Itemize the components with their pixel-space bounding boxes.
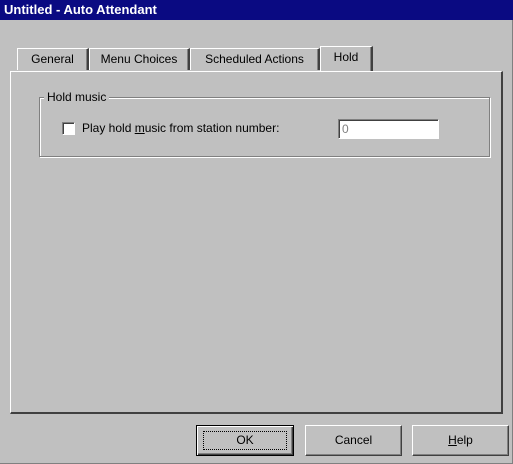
ok-focus-ring: [203, 431, 287, 450]
help-button[interactable]: Help: [412, 425, 509, 456]
tab-hold[interactable]: Hold: [320, 46, 373, 71]
ok-button[interactable]: OK: [196, 425, 294, 456]
tab-general-label: General: [31, 52, 74, 66]
help-button-label: Help: [448, 433, 473, 447]
hold-tab-panel: Hold music Play hold music from station …: [10, 71, 503, 414]
tab-scheduled-actions-label: Scheduled Actions: [205, 52, 304, 66]
tab-general[interactable]: General: [17, 48, 89, 70]
tab-hold-label: Hold: [333, 50, 359, 64]
play-hold-music-label[interactable]: Play hold music from station number:: [82, 121, 279, 135]
auto-attendant-dialog: Untitled - Auto Attendant General Menu C…: [0, 0, 513, 464]
tab-menu-choices-label: Menu Choices: [100, 52, 178, 66]
label-part-1: Play hold: [82, 121, 135, 135]
station-number-field[interactable]: 0: [338, 119, 439, 139]
tab-menu-choices[interactable]: Menu Choices: [89, 48, 190, 70]
tab-scheduled-actions[interactable]: Scheduled Actions: [190, 48, 320, 70]
cancel-button-label: Cancel: [334, 433, 373, 447]
label-part-2: usic from station number:: [144, 121, 280, 135]
hold-music-group-label: Hold music: [44, 90, 110, 104]
cancel-button[interactable]: Cancel: [305, 425, 402, 456]
hold-music-group: Hold music Play hold music from station …: [39, 90, 490, 157]
help-mnemonic: H: [448, 433, 457, 447]
play-hold-music-checkbox[interactable]: [62, 122, 75, 135]
help-rest: elp: [456, 433, 473, 447]
label-mnemonic: m: [134, 121, 145, 135]
tab-strip: General Menu Choices Scheduled Actions H…: [0, 0, 513, 71]
